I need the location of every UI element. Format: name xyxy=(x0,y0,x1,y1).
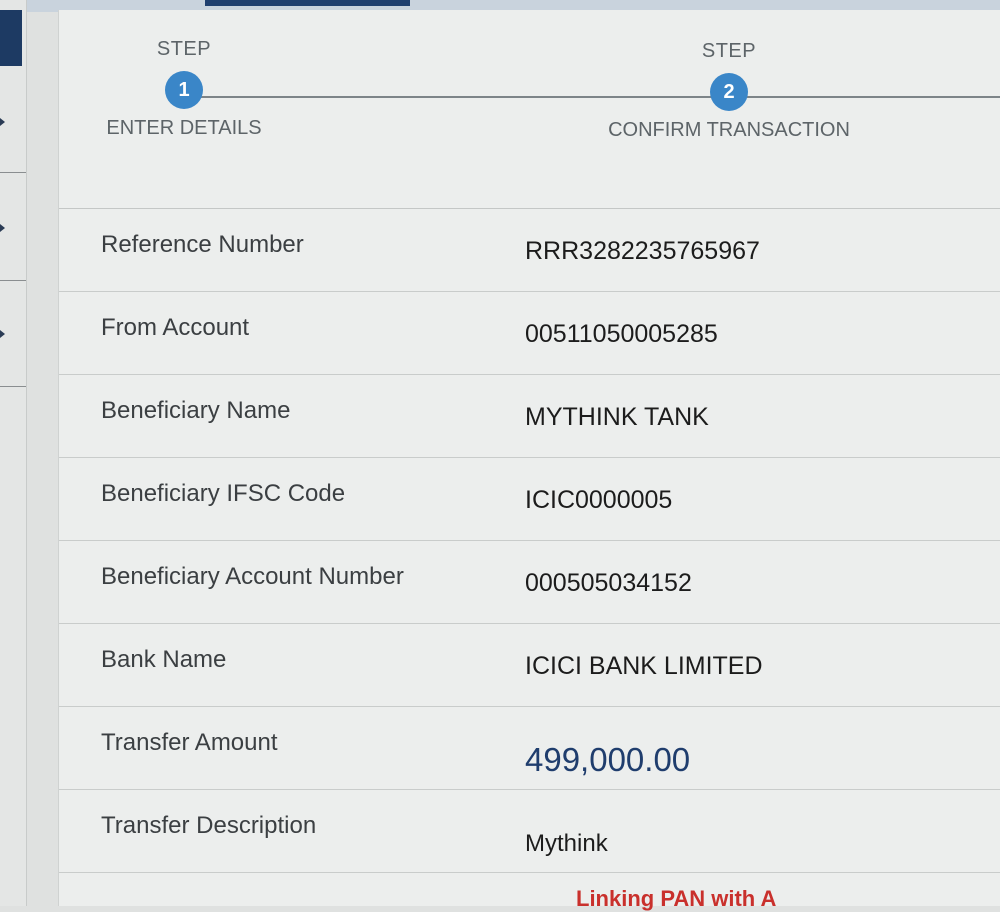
step-enter-details: STEP 1 ENTER DETAILS xyxy=(99,38,269,140)
step-title: CONFIRM TRANSACTION xyxy=(608,119,850,141)
detail-value: ICICI BANK LIMITED xyxy=(525,652,763,680)
detail-label: Beneficiary Name xyxy=(101,397,291,424)
detail-row-reference-number: Reference Number RRR3282235765967 xyxy=(59,209,1000,292)
stepper-connector-line xyxy=(183,96,1000,98)
step-label: STEP xyxy=(156,38,212,60)
transaction-details-table: Reference Number RRR3282235765967 From A… xyxy=(59,208,1000,873)
top-nav-accent xyxy=(205,0,410,6)
detail-value: 000505034152 xyxy=(525,569,692,597)
sidebar-divider xyxy=(0,172,26,173)
detail-row-from-account: From Account 00511050005285 xyxy=(59,292,1000,375)
detail-value: 00511050005285 xyxy=(525,320,718,348)
detail-label: From Account xyxy=(101,314,250,341)
detail-row-beneficiary-account-number: Beneficiary Account Number 000505034152 xyxy=(59,541,1000,624)
detail-label: Beneficiary IFSC Code xyxy=(101,480,346,507)
pan-linking-notice-link[interactable]: Linking PAN with A xyxy=(576,886,776,912)
sidebar-arrow-icon[interactable] xyxy=(0,330,5,338)
detail-value: RRR3282235765967 xyxy=(525,237,760,265)
detail-row-beneficiary-name: Beneficiary Name MYTHINK TANK xyxy=(59,375,1000,458)
sidebar-active-block[interactable] xyxy=(0,10,22,66)
sidebar-divider xyxy=(0,386,26,387)
detail-label: Transfer Description xyxy=(101,812,317,839)
step-number-badge: 2 xyxy=(710,73,748,111)
step-confirm-transaction: STEP 2 CONFIRM TRANSACTION xyxy=(599,40,859,142)
step-number-badge: 1 xyxy=(165,71,203,109)
detail-label: Bank Name xyxy=(101,646,227,673)
sidebar-arrow-icon[interactable] xyxy=(0,118,5,126)
sidebar-arrow-icon[interactable] xyxy=(0,224,5,232)
step-label: STEP xyxy=(701,40,757,62)
detail-label: Transfer Amount xyxy=(101,729,278,756)
detail-row-transfer-amount: Transfer Amount 499,000.00 xyxy=(59,707,1000,790)
detail-value: ICIC0000005 xyxy=(525,486,673,514)
detail-label: Beneficiary Account Number xyxy=(101,563,404,590)
detail-value: Mythink xyxy=(525,830,608,857)
detail-row-bank-name: Bank Name ICICI BANK LIMITED xyxy=(59,624,1000,707)
left-sidebar xyxy=(0,0,27,906)
detail-row-ifsc-code: Beneficiary IFSC Code ICIC0000005 xyxy=(59,458,1000,541)
detail-label: Reference Number xyxy=(101,231,304,258)
transfer-confirmation-panel: STEP 1 ENTER DETAILS STEP 2 CONFIRM TRAN… xyxy=(58,10,1000,906)
progress-stepper: STEP 1 ENTER DETAILS STEP 2 CONFIRM TRAN… xyxy=(59,10,1000,208)
transfer-amount-value: 499,000.00 xyxy=(525,741,691,778)
detail-row-transfer-description: Transfer Description Mythink xyxy=(59,790,1000,873)
step-title: ENTER DETAILS xyxy=(106,117,262,139)
sidebar-divider xyxy=(0,280,26,281)
detail-value: MYTHINK TANK xyxy=(525,403,709,431)
